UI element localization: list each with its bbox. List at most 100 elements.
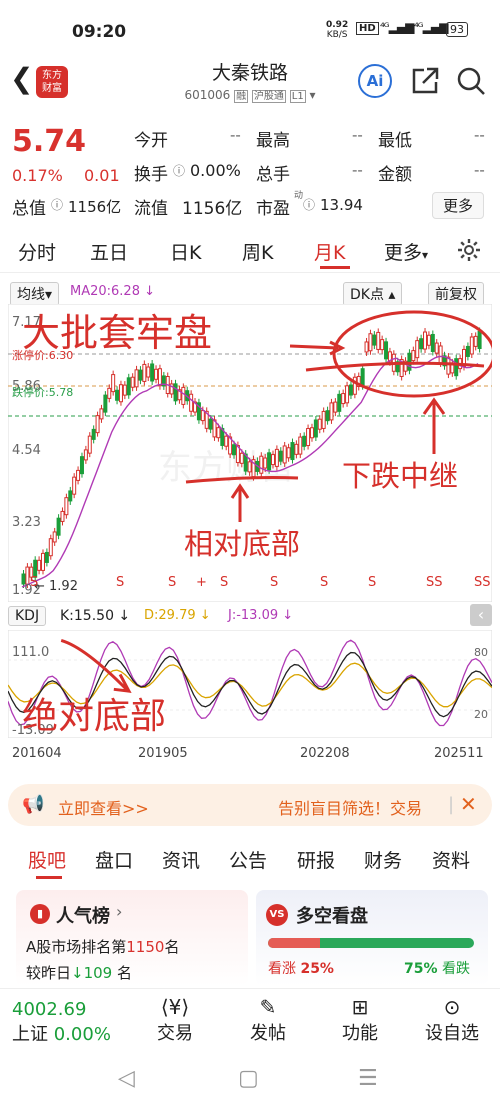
search-icon[interactable]	[456, 66, 486, 96]
tab-ziliao[interactable]: 资料	[432, 846, 470, 873]
info-icon[interactable]: ⓘ	[51, 196, 63, 213]
promo-banner[interactable]: 📢 立即查看>> 告别盲目筛选！交易 | ✕	[8, 784, 492, 826]
nav-watchlist[interactable]: ⊙ 设自选	[402, 995, 500, 1045]
gear-icon[interactable]	[457, 238, 481, 262]
system-nav: ◁ ▢ ☰	[0, 1058, 500, 1108]
info-icon[interactable]: ⓘ	[303, 196, 315, 213]
signal-marker[interactable]: S	[168, 575, 176, 590]
tab-yanbao[interactable]: 研报	[297, 846, 335, 873]
candle	[87, 435, 92, 454]
signal-marker[interactable]: S	[270, 575, 278, 590]
turnover-value: 0.00%	[190, 161, 241, 180]
dk-selector[interactable]: DK点 ▴	[343, 282, 403, 306]
menu-nav-icon[interactable]: ☰	[358, 1066, 378, 1091]
candle	[107, 387, 112, 399]
pe-value: 13.94	[320, 196, 363, 214]
candle	[282, 445, 287, 464]
stock-code-row: 601006 融 沪股通 L1 ▾	[184, 88, 316, 103]
candle	[454, 358, 459, 377]
signal-marker[interactable]: SS	[426, 575, 443, 590]
signal-marker[interactable]: S	[30, 575, 38, 590]
signal-marker[interactable]: S	[368, 575, 376, 590]
tab-more[interactable]: 更多▾	[384, 238, 428, 265]
tab-day-k[interactable]: 日K	[170, 238, 201, 265]
close-icon[interactable]: ✕	[460, 792, 477, 816]
back-nav-icon[interactable]: ◁	[118, 1066, 135, 1091]
adjust-selector[interactable]: 前复权	[428, 282, 484, 306]
share-icon[interactable]	[410, 66, 440, 96]
candle	[434, 342, 439, 354]
candle	[380, 339, 385, 351]
bull-label: 看涨 25%	[268, 961, 334, 977]
tab-gonggao[interactable]: 公告	[229, 846, 267, 873]
volume-value: --	[352, 161, 363, 179]
candle	[348, 384, 353, 396]
candle	[60, 510, 65, 522]
stock-name: 大秦铁路	[211, 62, 288, 84]
signal-marker[interactable]: S	[220, 575, 228, 590]
candle	[56, 517, 61, 536]
tab-caiwu[interactable]: 财务	[364, 846, 402, 873]
ma-selector[interactable]: 均线▾	[10, 282, 60, 306]
nav-post[interactable]: ✎ 发帖	[218, 995, 318, 1045]
watermark: 东方财富	[158, 448, 294, 488]
nav-trade[interactable]: ⟨¥⟩ 交易	[125, 995, 225, 1045]
annotation-text: 大批套牢盘	[22, 311, 212, 355]
tab-fenshi[interactable]: 分时	[18, 238, 56, 265]
candle	[325, 410, 330, 422]
candle	[364, 341, 369, 353]
candle	[76, 469, 81, 481]
pct-change: 0.17%	[12, 166, 63, 185]
candle	[150, 363, 155, 382]
tab-zixun[interactable]: 资讯	[162, 846, 200, 873]
volume-label: 总手	[256, 165, 290, 185]
index-widget[interactable]: 4002.69 上证 0.00%	[12, 999, 111, 1046]
candle	[415, 340, 420, 359]
chart-toolbar: 均线▾ MA20:6.28 ↓ DK点 ▴ 前复权	[0, 280, 500, 306]
tab-wuri[interactable]: 五日	[90, 238, 128, 265]
candle	[115, 389, 120, 401]
candle	[473, 335, 478, 347]
kdj-chart[interactable]: 111.0 80 20 -13.09 绝对底部	[8, 630, 492, 738]
tab-month-k[interactable]: 月K	[314, 238, 345, 265]
candle	[345, 385, 350, 404]
signal-marker[interactable]: S	[320, 575, 328, 590]
collapse-icon[interactable]: ‹	[470, 604, 492, 626]
tab-pankou[interactable]: 盘口	[95, 846, 133, 873]
kline-chart[interactable]: 东方财富 7.17 5.86 4.54 3.23 1.92 涨停价:6.30 跌…	[8, 304, 492, 602]
candle	[208, 418, 213, 430]
period-tabs: 分时 五日 日K 周K 月K 更多▾	[0, 226, 500, 273]
tab-week-k[interactable]: 周K	[242, 238, 273, 265]
candle	[103, 394, 108, 413]
home-nav-icon[interactable]: ▢	[238, 1066, 259, 1091]
megaphone-icon: 📢	[22, 794, 45, 815]
signal-marker[interactable]: SS	[474, 575, 491, 590]
sentiment-card[interactable]: VS 多空看盘 看涨 25% 75% 看跌	[256, 890, 488, 986]
low-label: 最低	[378, 131, 412, 151]
info-icon[interactable]: ⓘ	[173, 162, 185, 179]
kdj-d: D:29.79 ↓	[144, 608, 211, 623]
signal-marker[interactable]: +	[196, 575, 207, 590]
popularity-card[interactable]: ▮ 人气榜 › A股市场排名第1150名 较昨日↓109 名	[16, 890, 248, 986]
signal-marker[interactable]: S	[116, 575, 124, 590]
candle	[126, 377, 131, 396]
candle	[259, 455, 264, 474]
candle	[290, 442, 295, 461]
annotation-text: 下跌中继	[342, 459, 458, 493]
candle	[224, 435, 229, 447]
dropdown-icon[interactable]: ▾	[310, 88, 316, 102]
nav-functions[interactable]: ⊞ 功能	[310, 995, 410, 1045]
more-button[interactable]: 更多	[432, 192, 485, 219]
candle	[154, 368, 159, 380]
tab-guba[interactable]: 股吧	[28, 846, 66, 873]
x-axis: 201604 201905 202208 202511	[0, 746, 500, 766]
banner-link[interactable]: 立即查看>>	[58, 795, 149, 819]
ai-icon[interactable]: Ai	[358, 64, 392, 98]
candle	[91, 428, 96, 440]
kdj-selector[interactable]: KDJ	[8, 606, 47, 626]
candle	[122, 384, 127, 396]
back-icon[interactable]: ❮	[10, 62, 33, 95]
candle	[298, 436, 303, 455]
high-label: 最高	[256, 131, 290, 151]
candle	[37, 559, 42, 571]
